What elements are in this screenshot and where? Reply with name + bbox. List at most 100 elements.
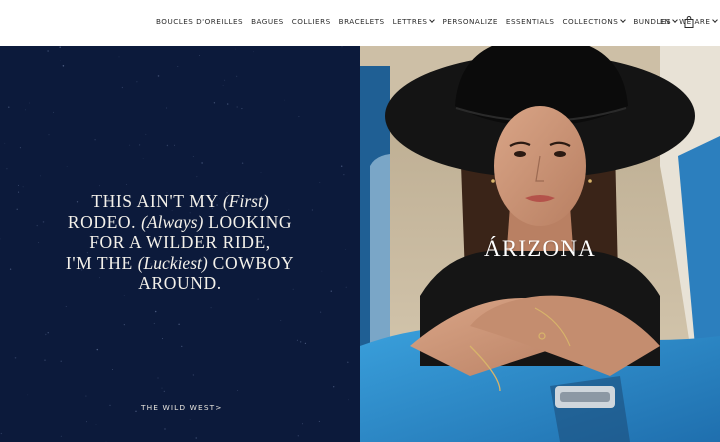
star-dot	[47, 332, 49, 334]
star-dot	[178, 323, 180, 325]
star-dot	[135, 410, 137, 412]
star-dot	[192, 374, 195, 376]
nav-item-bracelets[interactable]: BRACELETS	[339, 17, 385, 26]
star-dot	[111, 368, 114, 371]
star-dot	[36, 224, 38, 227]
star-dot	[123, 324, 125, 326]
star-dot	[345, 286, 347, 288]
star-dot	[297, 435, 299, 437]
nav-item-boucles-d-oreilles[interactable]: BOUCLES D'OREILLES	[156, 17, 243, 26]
chevron-down-icon	[429, 17, 436, 23]
star-dot	[284, 99, 285, 101]
star-dot	[177, 66, 179, 68]
chevron-down-icon	[620, 17, 627, 23]
shopping-bag-icon[interactable]	[684, 16, 694, 28]
star-dot	[222, 85, 224, 86]
star-dot	[8, 106, 10, 108]
star-dot	[300, 341, 302, 343]
collection-title: ÁRIZONA	[484, 236, 596, 261]
star-dot	[226, 103, 229, 105]
nav-item-label: BRACELETS	[338, 17, 385, 26]
star-dot	[163, 390, 165, 392]
quote-text: FOR A WILDER RIDE,	[89, 232, 271, 252]
star-dot	[48, 134, 50, 136]
star-dot	[45, 333, 47, 336]
quote-text: RODEO.	[67, 211, 142, 232]
star-dot	[304, 342, 306, 344]
nav-item-personalize[interactable]: PERSONALIZE	[442, 17, 497, 26]
star-dot	[189, 419, 191, 420]
star-dot	[321, 270, 323, 272]
hero-photo-panel[interactable]: ÁRIZONA	[360, 46, 720, 442]
quote-line: AROUND.	[40, 273, 320, 294]
star-dot	[260, 172, 262, 174]
quote-emphasis: (Luckiest)	[137, 252, 208, 273]
star-dot	[60, 360, 62, 362]
star-dot	[196, 176, 198, 178]
star-dot	[157, 377, 159, 379]
star-dot	[241, 162, 244, 164]
star-dot	[280, 320, 282, 321]
star-dot	[53, 111, 54, 113]
star-dot	[16, 208, 18, 210]
star-dot	[22, 186, 24, 188]
star-dot	[161, 387, 163, 389]
star-dot	[126, 184, 127, 185]
chevron-down-icon	[672, 17, 678, 23]
star-dot	[330, 290, 332, 292]
star-dot	[0, 432, 2, 435]
star-dot	[181, 345, 183, 347]
quote-text: COWBOY	[207, 252, 295, 273]
star-dot	[235, 48, 236, 50]
star-dot	[14, 357, 17, 359]
star-dot	[345, 249, 346, 251]
star-dot	[157, 75, 160, 77]
star-dot	[17, 184, 19, 186]
nav-item-collections[interactable]: COLLECTIONS	[563, 17, 627, 26]
star-dot	[154, 310, 157, 313]
star-dot	[343, 174, 345, 176]
language-selector[interactable]: EN	[660, 17, 678, 26]
quote-text: LOOKING	[203, 211, 293, 232]
nav-item-colliers[interactable]: COLLIERS	[292, 17, 331, 26]
star-dot	[164, 428, 166, 430]
star-dot	[29, 102, 30, 104]
quote-line: THIS AIN'T MY (First)	[40, 191, 320, 212]
star-dot	[236, 106, 238, 108]
hero-quote-panel: THIS AIN'T MY (First) RODEO. (Always) LOO…	[0, 46, 360, 442]
nav-item-lettres[interactable]: LETTRES	[393, 17, 436, 26]
star-dot	[62, 65, 65, 67]
quote-line: FOR A WILDER RIDE,	[40, 232, 320, 253]
site-header: BOUCLES D'OREILLES BAGUES COLLIERS BRACELET…	[0, 0, 720, 46]
star-dot	[136, 81, 138, 83]
star-dot	[9, 268, 12, 270]
star-dot	[4, 142, 6, 144]
star-dot	[109, 404, 111, 406]
nav-item-bagues[interactable]: BAGUES	[251, 17, 284, 26]
star-dot	[6, 168, 8, 170]
star-dot	[129, 144, 131, 146]
star-dot	[18, 191, 20, 193]
star-dot	[318, 420, 320, 422]
quote-line: I'M THE (Luckiest) COWBOY	[40, 253, 320, 274]
wild-west-link[interactable]: THE WILD WEST>	[141, 403, 223, 412]
star-dot	[210, 307, 212, 309]
star-dot	[195, 437, 197, 439]
star-dot	[60, 60, 62, 62]
star-dot	[19, 147, 21, 149]
quote-text: I'M THE	[65, 252, 138, 273]
star-dot	[302, 423, 303, 425]
quote-text: AROUND.	[138, 273, 222, 293]
quote-text: THIS AIN'T MY	[91, 191, 223, 211]
star-dot	[348, 399, 349, 401]
star-dot	[27, 394, 29, 396]
chevron-down-icon	[712, 17, 719, 23]
star-dot	[44, 359, 46, 361]
star-dot	[142, 158, 144, 159]
star-dot	[47, 50, 49, 52]
nav-item-essentials[interactable]: ESSENTIALS	[506, 17, 555, 26]
star-dot	[153, 322, 156, 325]
star-dot	[166, 144, 169, 147]
star-dot	[213, 102, 216, 104]
nav-item-label: PERSONALIZE	[442, 17, 498, 26]
